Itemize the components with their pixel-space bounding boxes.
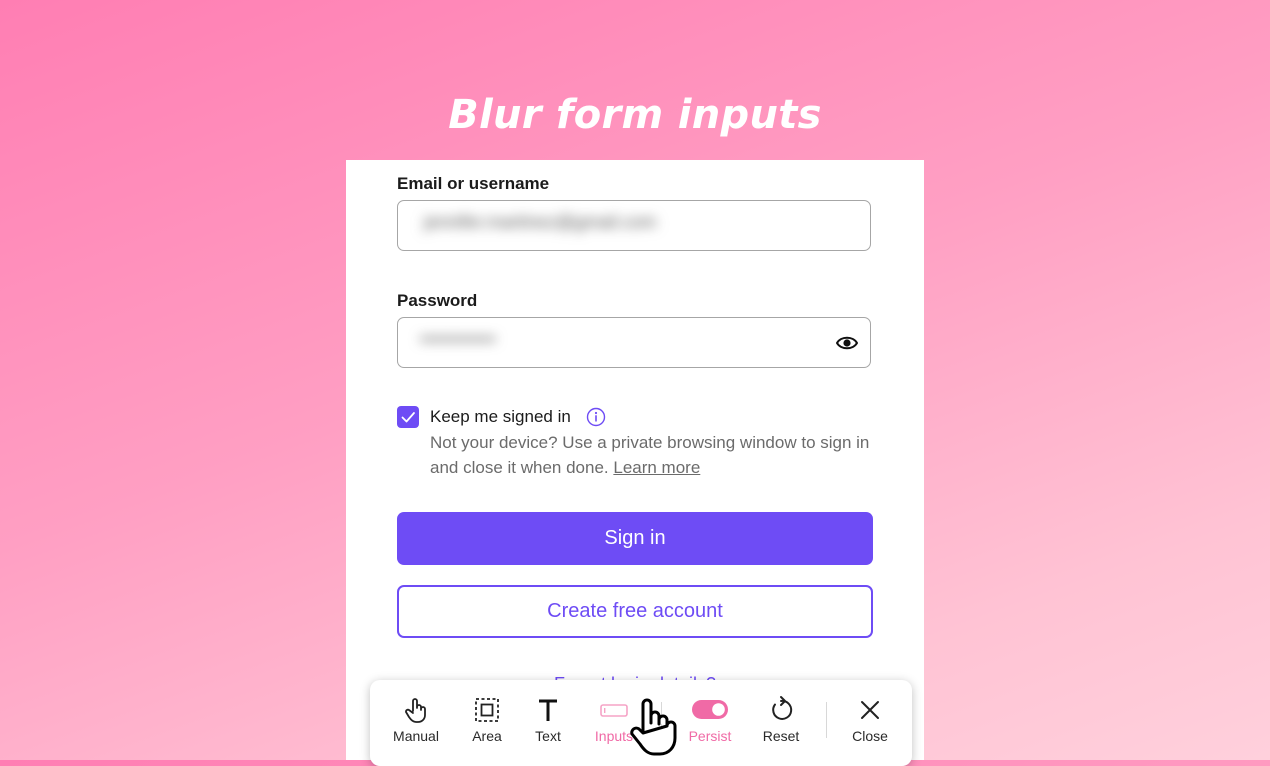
sign-in-button[interactable]: Sign in	[397, 512, 873, 565]
password-value-blurred: ••••••••••••	[420, 329, 496, 349]
manual-label: Manual	[393, 728, 439, 744]
email-value-blurred: jennifer.martinez@gmail.com	[424, 212, 657, 232]
hand-cursor-icon	[630, 698, 677, 756]
reset-tool[interactable]: Reset	[746, 680, 816, 760]
select-area-icon	[475, 698, 499, 722]
persist-toggle[interactable]: Persist	[675, 680, 745, 760]
eye-icon[interactable]	[836, 333, 858, 353]
close-icon	[861, 701, 879, 719]
page-headline: Blur form inputs	[448, 92, 822, 138]
create-account-button[interactable]: Create free account	[397, 585, 873, 638]
sign-in-label: Sign in	[604, 527, 666, 549]
close-tool[interactable]: Close	[835, 680, 905, 760]
keep-signed-in-label: Keep me signed in	[430, 407, 571, 426]
area-label: Area	[472, 728, 502, 744]
create-account-label: Create free account	[547, 600, 723, 622]
learn-more-link[interactable]: Learn more	[613, 458, 700, 477]
checkmark-icon	[401, 412, 415, 423]
text-label: Text	[535, 728, 561, 744]
info-icon[interactable]	[586, 407, 606, 427]
persist-label: Persist	[688, 728, 732, 744]
reset-icon	[772, 696, 793, 720]
reset-label: Reset	[762, 728, 800, 744]
email-field[interactable]: jennifer.martinez@gmail.com	[397, 200, 871, 251]
password-field[interactable]: ••••••••••••	[397, 317, 871, 368]
email-label: Email or username	[397, 174, 550, 193]
text-icon	[539, 699, 557, 721]
toolbar-divider	[826, 702, 827, 738]
toggle-icon	[692, 700, 728, 719]
manual-tool[interactable]: Manual	[381, 680, 451, 760]
keep-signed-in-checkbox[interactable]	[397, 406, 419, 428]
login-card: Email or username jennifer.martinez@gmai…	[346, 160, 924, 760]
text-tool[interactable]: Text	[513, 680, 583, 760]
area-tool[interactable]: Area	[452, 680, 522, 760]
pointer-hand-icon	[405, 698, 426, 723]
device-hint: Not your device? Use a private browsing …	[430, 430, 870, 480]
close-label: Close	[852, 728, 888, 744]
password-label: Password	[397, 291, 478, 310]
